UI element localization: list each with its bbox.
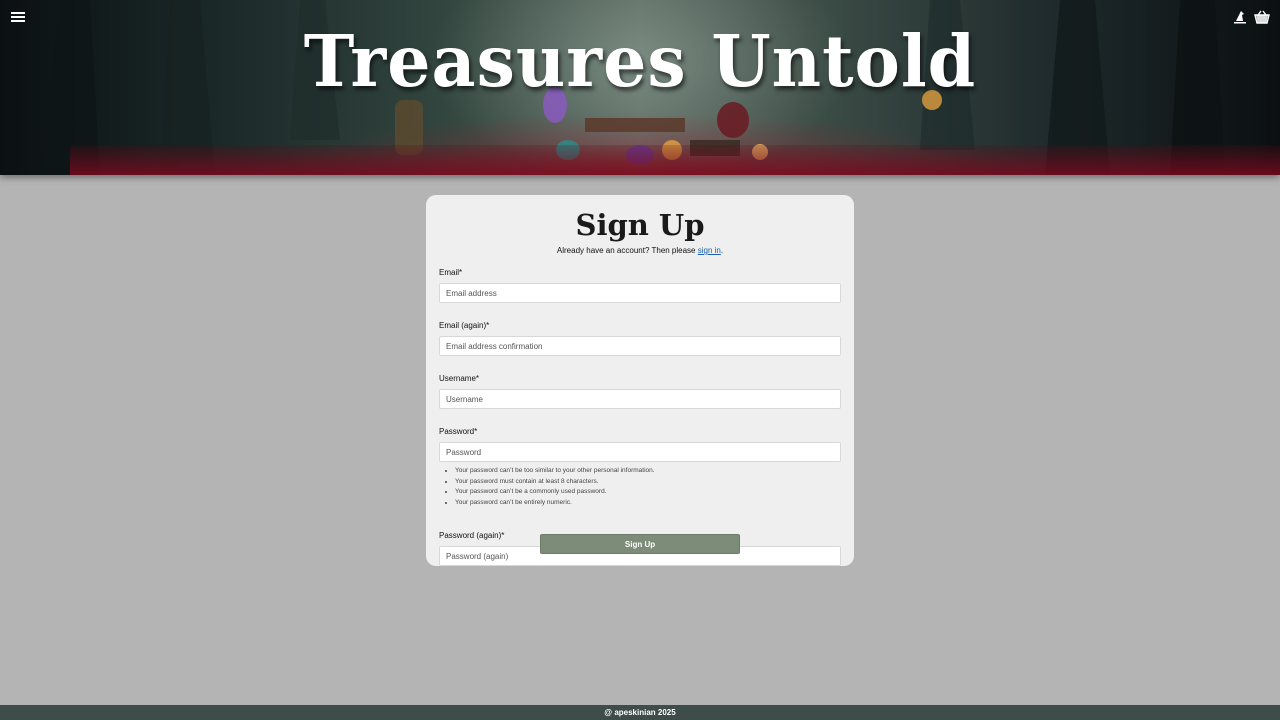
password-help-item: Your password can’t be too similar to yo… <box>455 466 841 477</box>
email-field[interactable] <box>439 283 841 303</box>
username-label: Username* <box>439 374 480 383</box>
signin-suffix: . <box>720 246 724 255</box>
email-label: Email* <box>439 268 463 277</box>
footer-copyright: @ apeskinian 2025 <box>604 708 676 717</box>
wizard-hat-icon[interactable] <box>1232 10 1248 24</box>
email-confirm-group: Email (again)* <box>439 315 841 356</box>
password-group: Password* Your password can’t be too sim… <box>439 421 841 508</box>
password-label: Password* <box>439 427 478 436</box>
password-field[interactable] <box>439 442 841 462</box>
hamburger-menu-icon[interactable] <box>10 10 26 26</box>
page-title: Sign Up <box>575 208 705 242</box>
header-banner: Treasures Untold <box>0 0 1280 175</box>
username-group: Username* <box>439 368 841 409</box>
signin-link[interactable]: sign in <box>698 246 721 255</box>
signup-card: Sign Up Already have an account? Then pl… <box>426 195 854 566</box>
password-help-list: Your password can’t be too similar to yo… <box>455 466 841 508</box>
username-field[interactable] <box>439 389 841 409</box>
password-help-item: Your password can’t be entirely numeric. <box>455 498 841 509</box>
password-help-item: Your password can’t be a commonly used p… <box>455 487 841 498</box>
signin-prefix: Already have an account? Then please <box>556 246 698 255</box>
signin-prompt: Already have an account? Then please sig… <box>439 245 841 257</box>
email-confirm-label: Email (again)* <box>439 321 490 330</box>
email-confirm-field[interactable] <box>439 336 841 356</box>
banner-table-glow <box>70 145 1280 175</box>
email-group: Email* <box>439 262 841 303</box>
site-title[interactable]: Treasures Untold <box>0 20 1280 104</box>
footer: @ apeskinian 2025 <box>0 705 1280 720</box>
signup-button[interactable]: Sign Up <box>540 534 740 554</box>
basket-icon[interactable] <box>1254 10 1270 24</box>
password-confirm-label: Password (again)* <box>439 531 505 540</box>
password-help-item: Your password must contain at least 8 ch… <box>455 477 841 488</box>
